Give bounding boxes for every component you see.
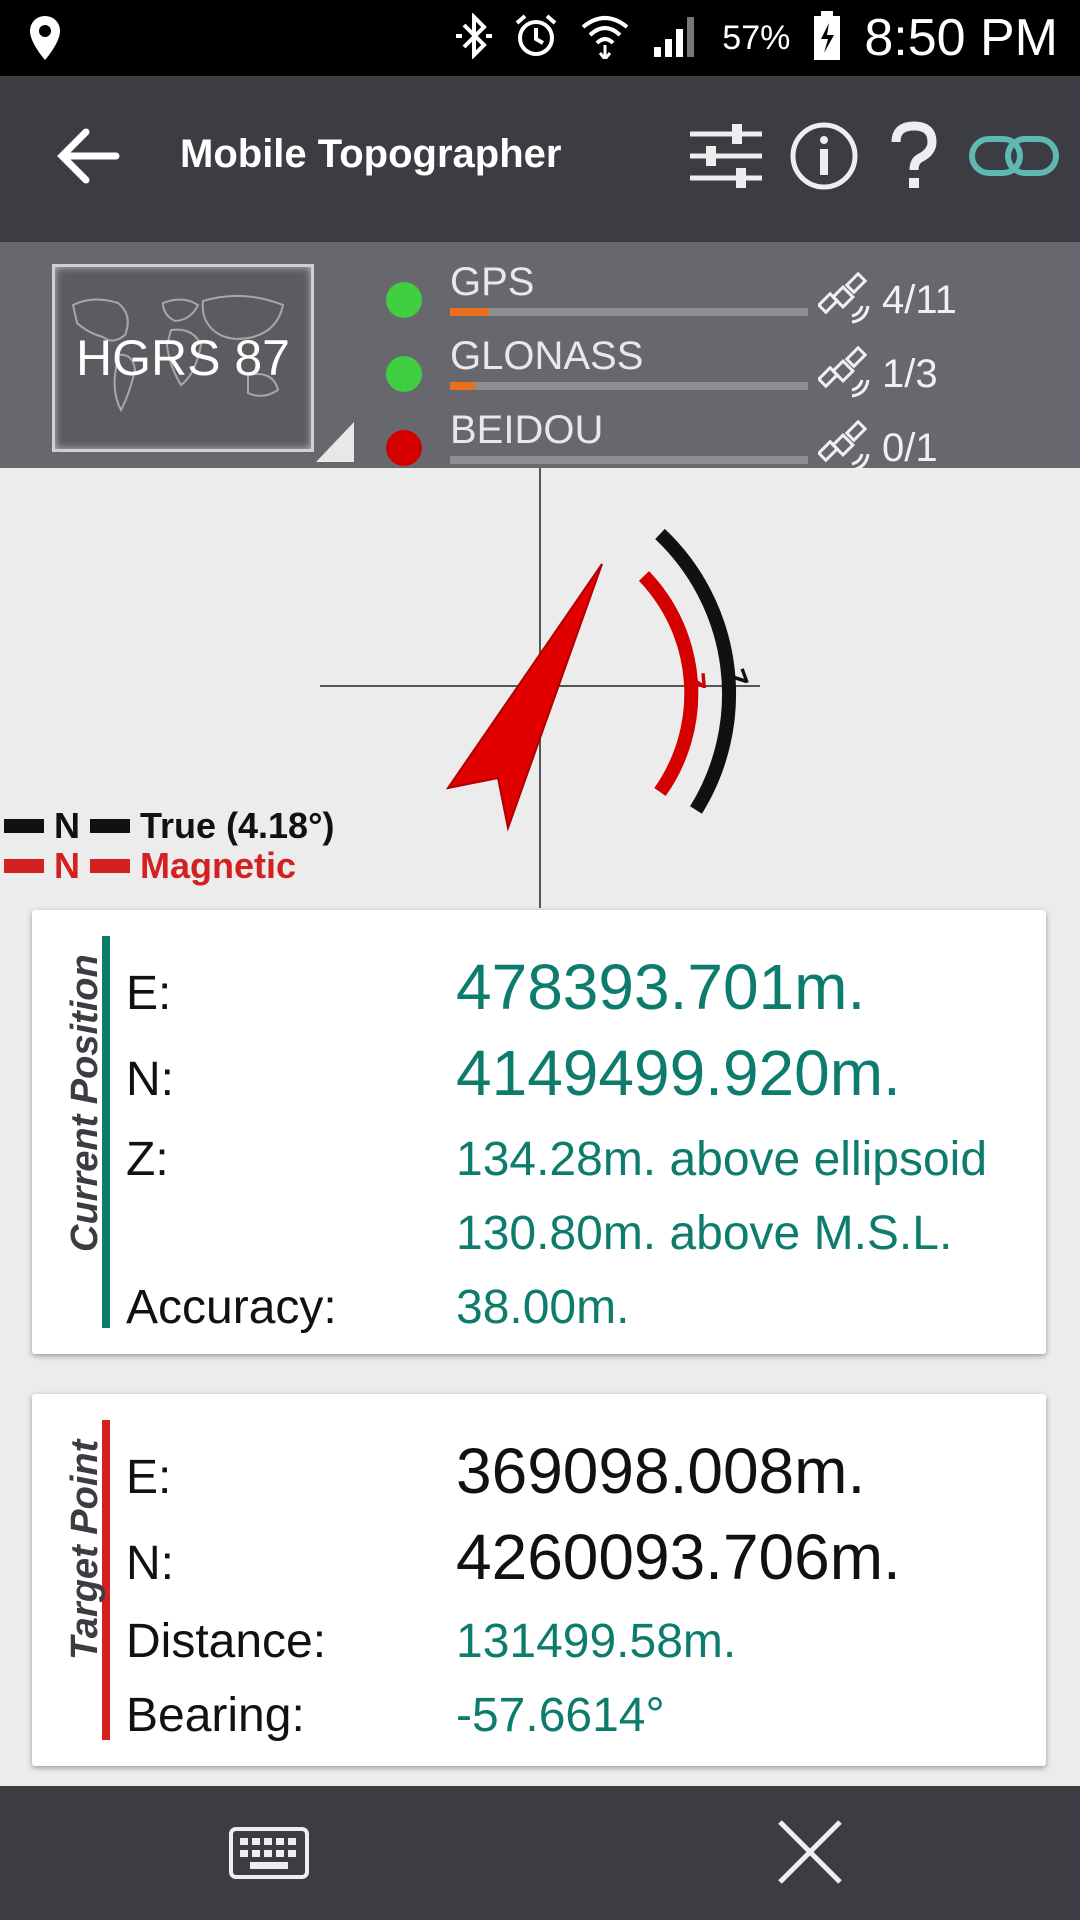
satellite-icon [816, 271, 872, 331]
direction-arrow [445, 563, 603, 832]
target-point-card[interactable]: Target Point E: 369098.008m. N: 4260093.… [32, 1394, 1046, 1766]
satellite-count: 1/3 [882, 352, 938, 396]
keyboard-icon[interactable] [228, 1826, 310, 1885]
help-icon[interactable] [884, 120, 944, 197]
signal-icon [652, 13, 700, 64]
card-title: Current Position [64, 954, 106, 1252]
signal-bar [450, 308, 808, 316]
wifi-icon [580, 13, 630, 64]
row-northing: N: 4260093.706m. [126, 1521, 901, 1593]
current-position-card: Current Position E: 478393.701m. N: 4149… [32, 910, 1046, 1354]
row-bearing: Bearing: -57.6614° [126, 1689, 665, 1742]
battery-percent: 57% [722, 18, 791, 57]
status-dot [386, 430, 422, 466]
datum-selector[interactable]: HGRS 87 [52, 264, 314, 452]
row-easting: E: 369098.008m. [126, 1435, 866, 1507]
link-icon[interactable] [968, 131, 1060, 186]
dropdown-corner-icon [316, 422, 354, 462]
datum-label: HGRS 87 [76, 330, 290, 386]
signal-bar [450, 456, 808, 464]
satellite-count: 0/1 [882, 426, 938, 470]
compass-legend: N True (4.18°) N Magnetic [4, 805, 334, 886]
gnss-row-glonass: GLONASS 1/3 [386, 334, 1066, 408]
row-accuracy: Accuracy: 38.00m. [126, 1281, 630, 1334]
gnss-row-gps: GPS 4/11 [386, 260, 1066, 334]
satellite-count: 4/11 [882, 278, 957, 322]
status-dot [386, 356, 422, 392]
bottom-action-bar [0, 1786, 1080, 1920]
location-pin-icon [28, 14, 62, 67]
signal-bar [450, 382, 808, 390]
gnss-name: BEIDOU [450, 408, 604, 452]
legend-magnetic: N Magnetic [4, 845, 334, 886]
bluetooth-icon [456, 11, 493, 64]
status-dot [386, 282, 422, 318]
satellite-icon [816, 345, 872, 405]
card-title: Target Point [64, 1439, 106, 1660]
battery-icon [812, 10, 842, 66]
close-icon[interactable] [776, 1818, 844, 1891]
row-elevation-msl: 130.80m. above M.S.L. [456, 1207, 953, 1260]
back-arrow-icon[interactable] [56, 126, 120, 191]
row-easting: E: 478393.701m. [126, 951, 866, 1023]
gnss-name: GPS [450, 260, 535, 304]
alarm-icon [514, 13, 558, 64]
svg-text:Z: Z [677, 671, 711, 692]
clock: 8:50 PM [864, 9, 1058, 67]
page-title: Mobile Topographer [180, 132, 562, 176]
app-toolbar: Mobile Topographer [0, 76, 1080, 242]
info-icon[interactable] [788, 120, 860, 197]
magnetic-north-arc: Z [638, 571, 712, 797]
legend-true: N True (4.18°) [4, 805, 334, 846]
gnss-info-bar: HGRS 87 GPS 4/11 GLONASS 1/3 BEIDOU 0/1 [0, 242, 1080, 472]
status-bar: 57% 8:50 PM [0, 0, 1080, 76]
gnss-name: GLONASS [450, 334, 644, 378]
sliders-icon[interactable] [688, 118, 764, 199]
row-distance: Distance: 131499.58m. [126, 1615, 737, 1668]
row-elevation: Z: 134.28m. above ellipsoid [126, 1133, 988, 1186]
row-northing: N: 4149499.920m. [126, 1037, 901, 1109]
